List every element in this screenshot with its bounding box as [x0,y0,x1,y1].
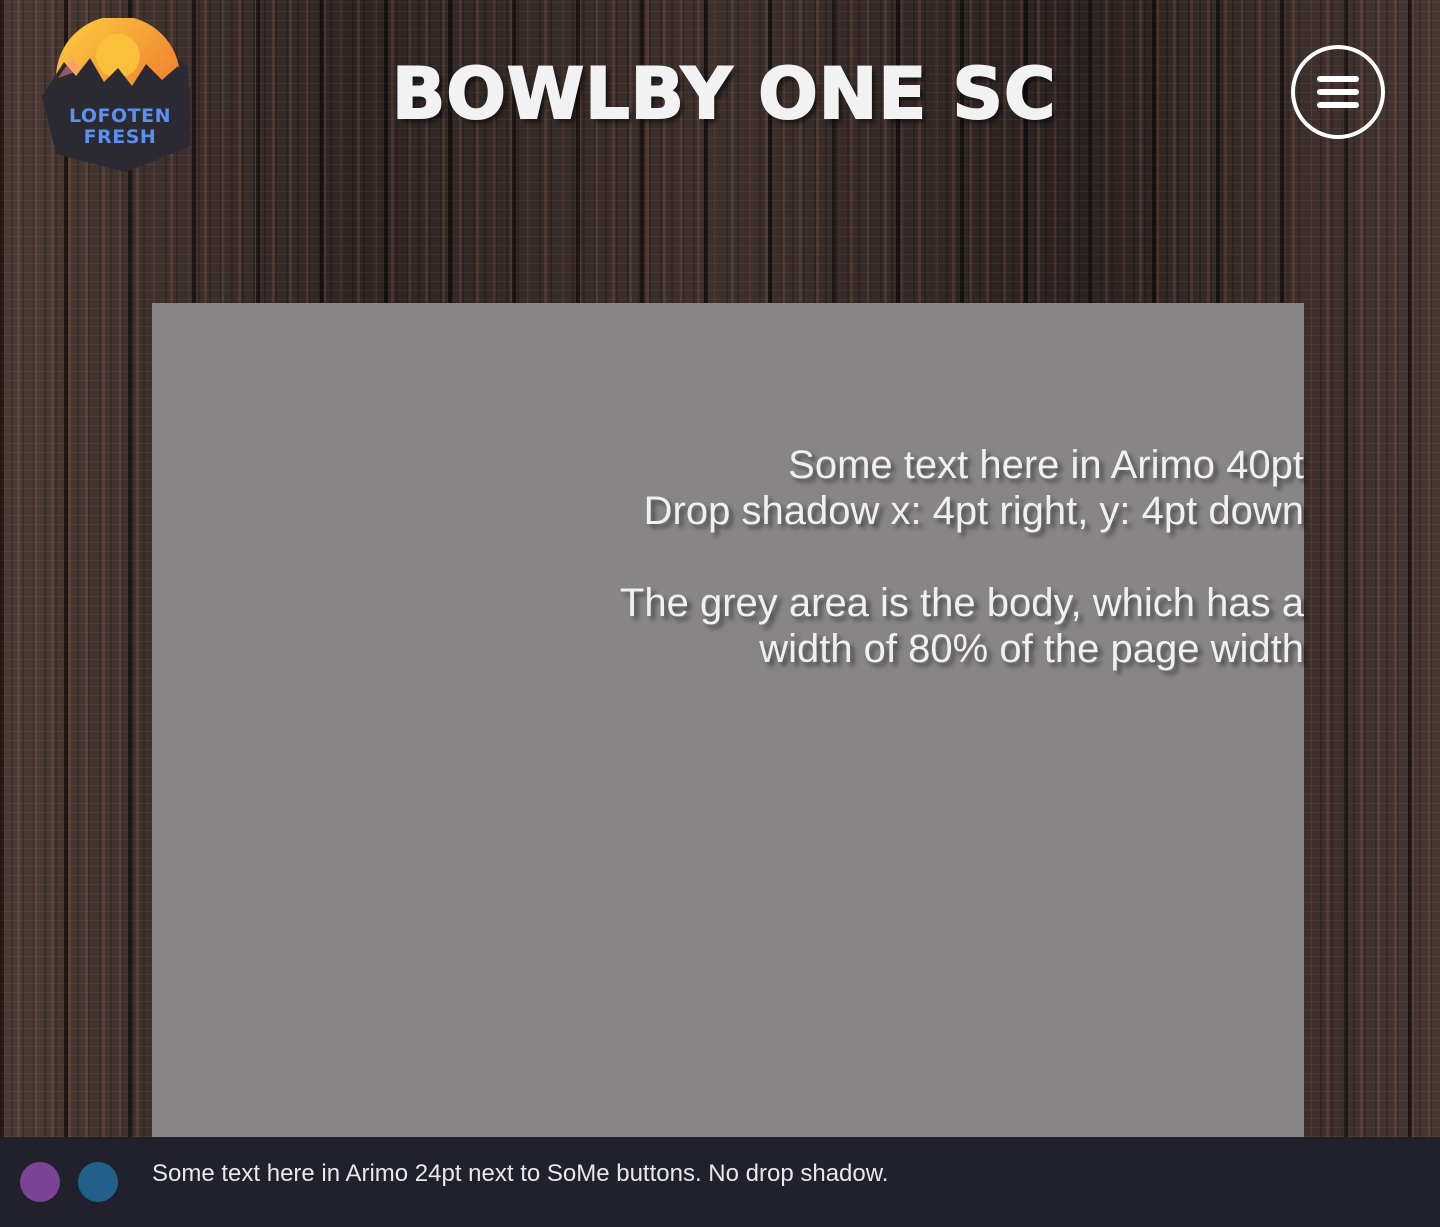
logo-icon [42,18,190,172]
logo-text: LOFOTEN FRESH [38,106,202,148]
footer-text: Some text here in Arimo 24pt next to SoM… [152,1160,889,1187]
main-text: Some text here in Arimo 40pt Drop shadow… [544,442,1304,672]
social-button-2[interactable] [78,1162,118,1202]
hamburger-menu-icon [1317,76,1359,108]
footer: Some text here in Arimo 24pt next to SoM… [0,1137,1440,1227]
logo-line-2: FRESH [83,126,157,148]
main-text-spacer [544,534,1304,580]
main-text-line-4: width of 80% of the page width [759,627,1304,671]
social-button-1[interactable] [20,1162,60,1202]
main-text-line-3: The grey area is the body, which has a [619,581,1304,625]
logo-line-1: LOFOTEN [68,105,172,127]
main-text-line-2: Drop shadow x: 4pt right, y: 4pt down [643,489,1304,533]
page-title: BOWLBY ONE SC [391,52,1057,136]
main-text-line-1: Some text here in Arimo 40pt [788,443,1304,487]
site-logo[interactable]: LOFOTEN FRESH [38,18,194,178]
menu-button[interactable] [1291,45,1385,139]
main-body: Some text here in Arimo 40pt Drop shadow… [152,303,1304,1137]
